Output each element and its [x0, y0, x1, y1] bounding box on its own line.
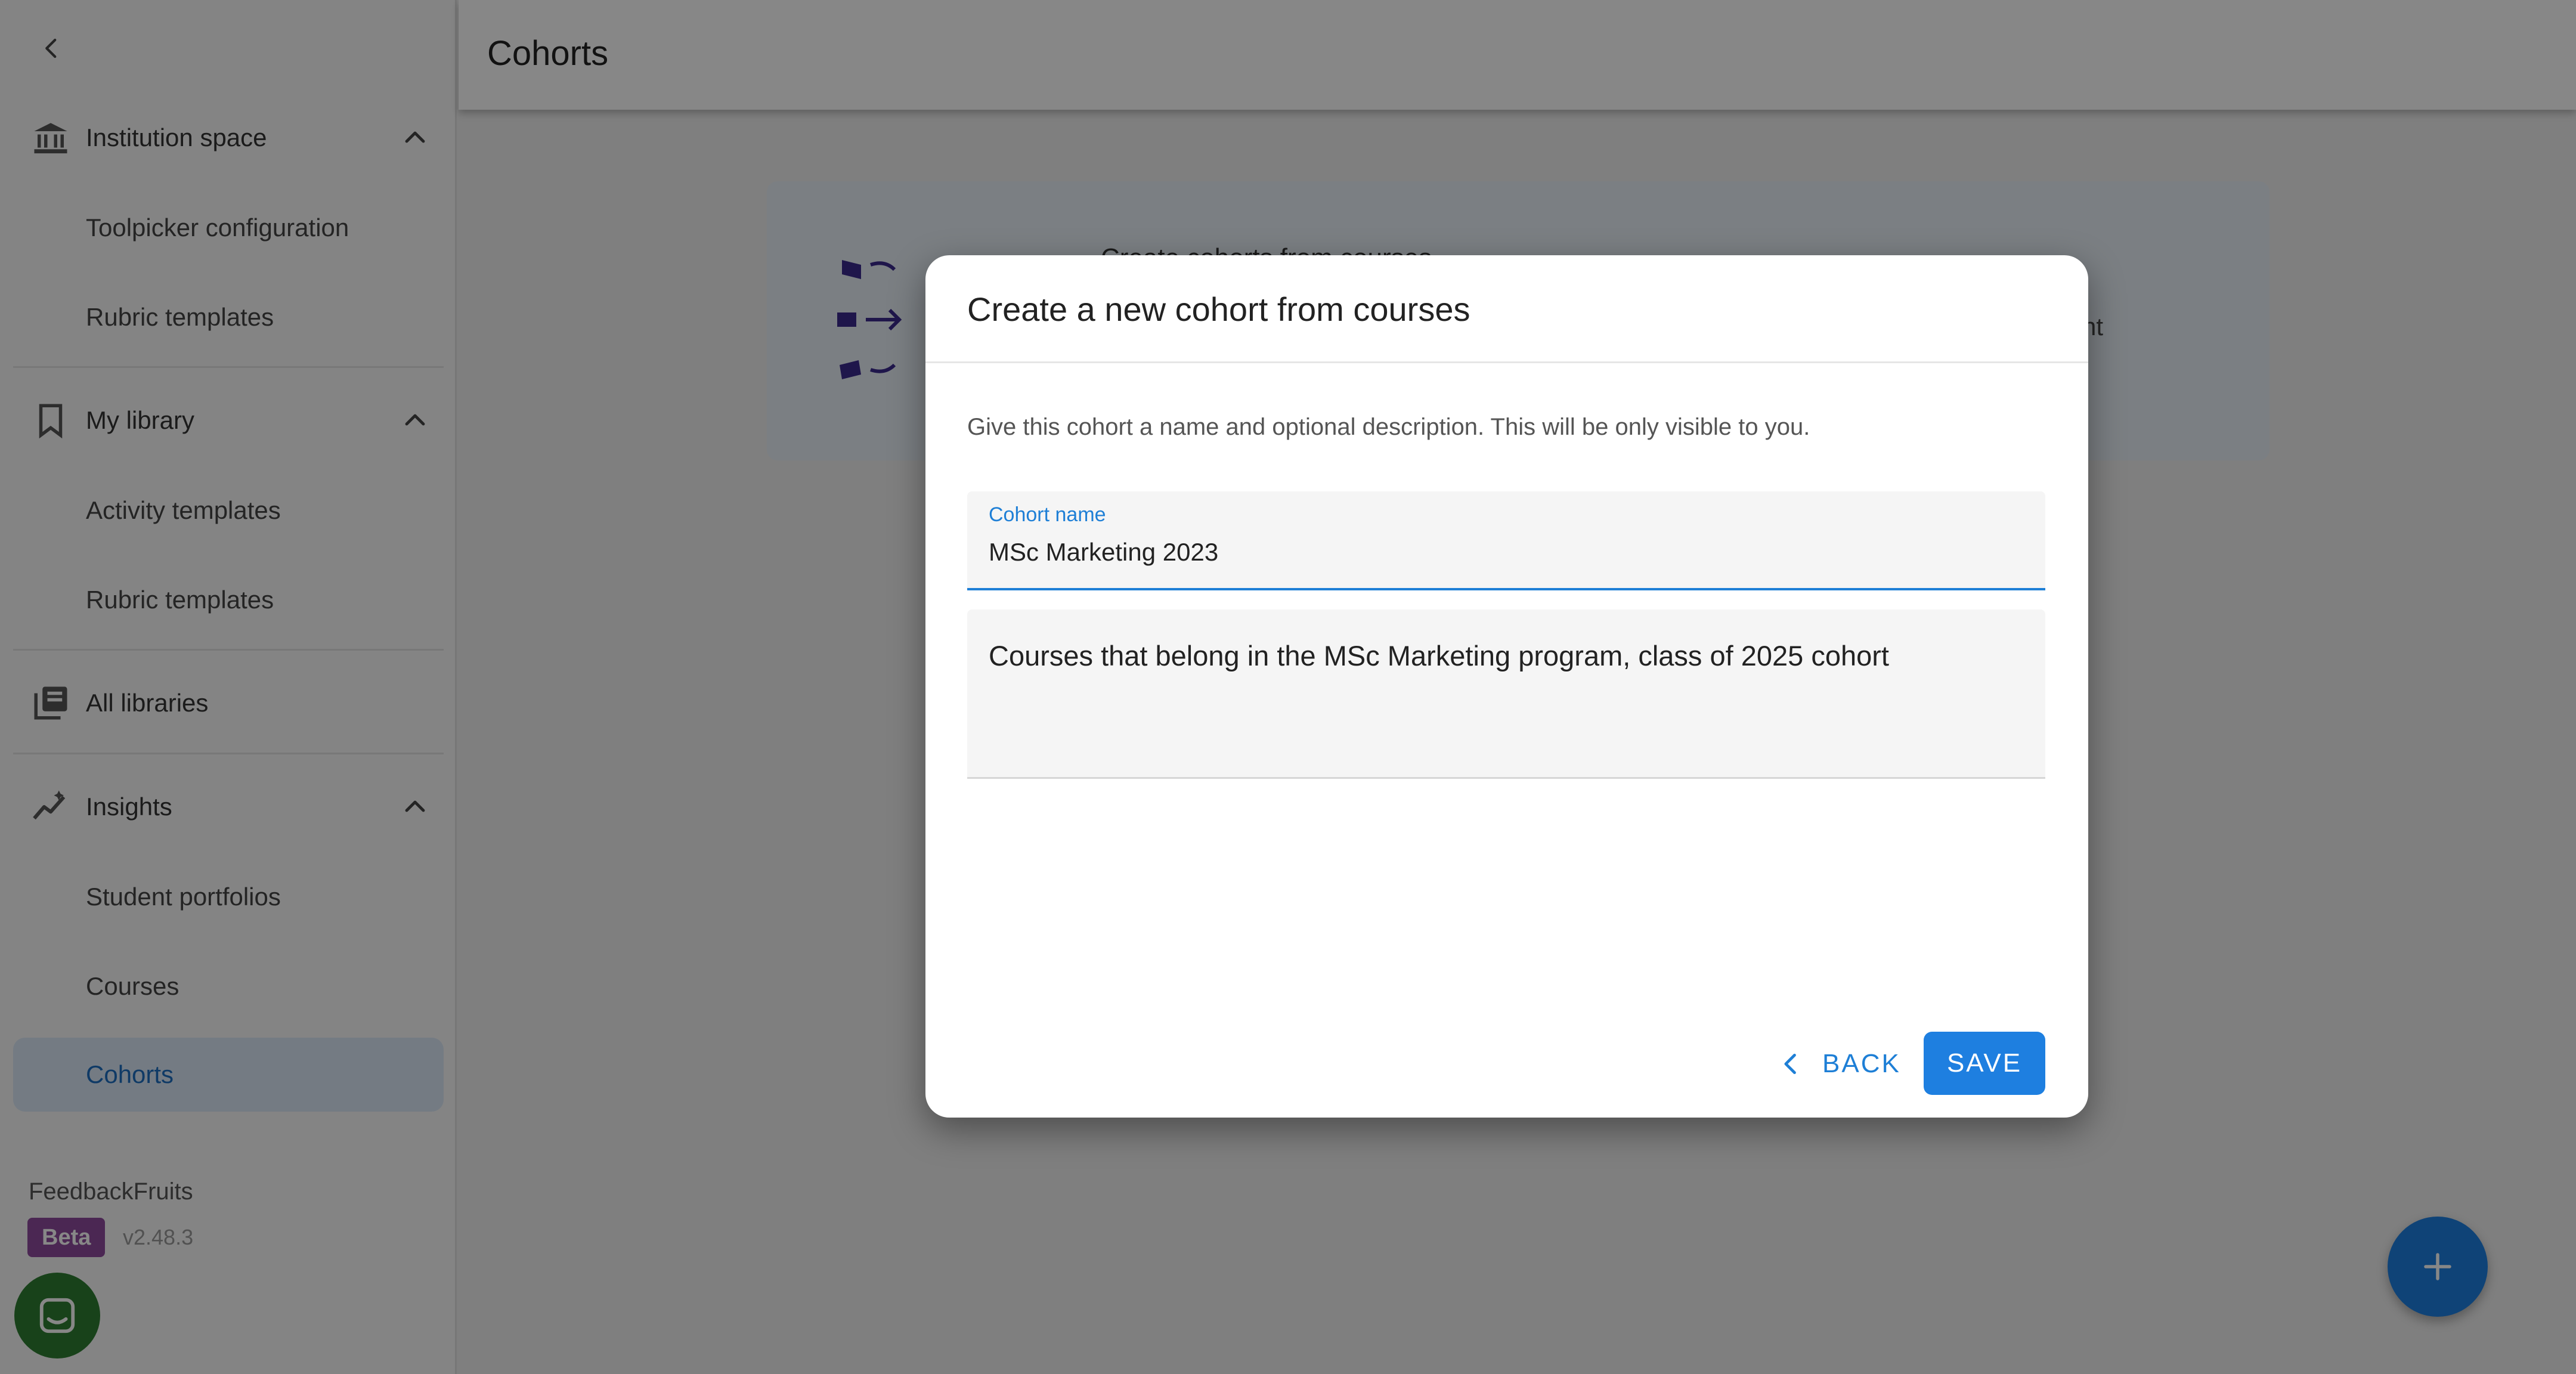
dialog-divider [925, 361, 2088, 363]
cohort-name-label: Cohort name [989, 503, 1106, 526]
cohort-name-field[interactable]: Cohort name [967, 491, 2045, 590]
cohort-description-input[interactable]: Courses that belong in the MSc Marketing… [989, 639, 2020, 759]
dialog-title: Create a new cohort from courses [967, 290, 1470, 328]
chevron-left-icon [1784, 1053, 1796, 1075]
cohort-name-input[interactable] [989, 534, 2020, 570]
dialog-description: Give this cohort a name and optional des… [967, 414, 1810, 440]
back-button-label: BACK [1822, 1049, 1901, 1078]
back-button[interactable]: BACK [1760, 1033, 1919, 1095]
create-cohort-dialog: Create a new cohort from courses Give th… [925, 255, 2088, 1118]
cohort-description-field[interactable]: Courses that belong in the MSc Marketing… [967, 609, 2045, 779]
save-button[interactable]: SAVE [1924, 1032, 2045, 1095]
app-root: Institution space Toolpicker configurati… [0, 0, 2576, 1374]
